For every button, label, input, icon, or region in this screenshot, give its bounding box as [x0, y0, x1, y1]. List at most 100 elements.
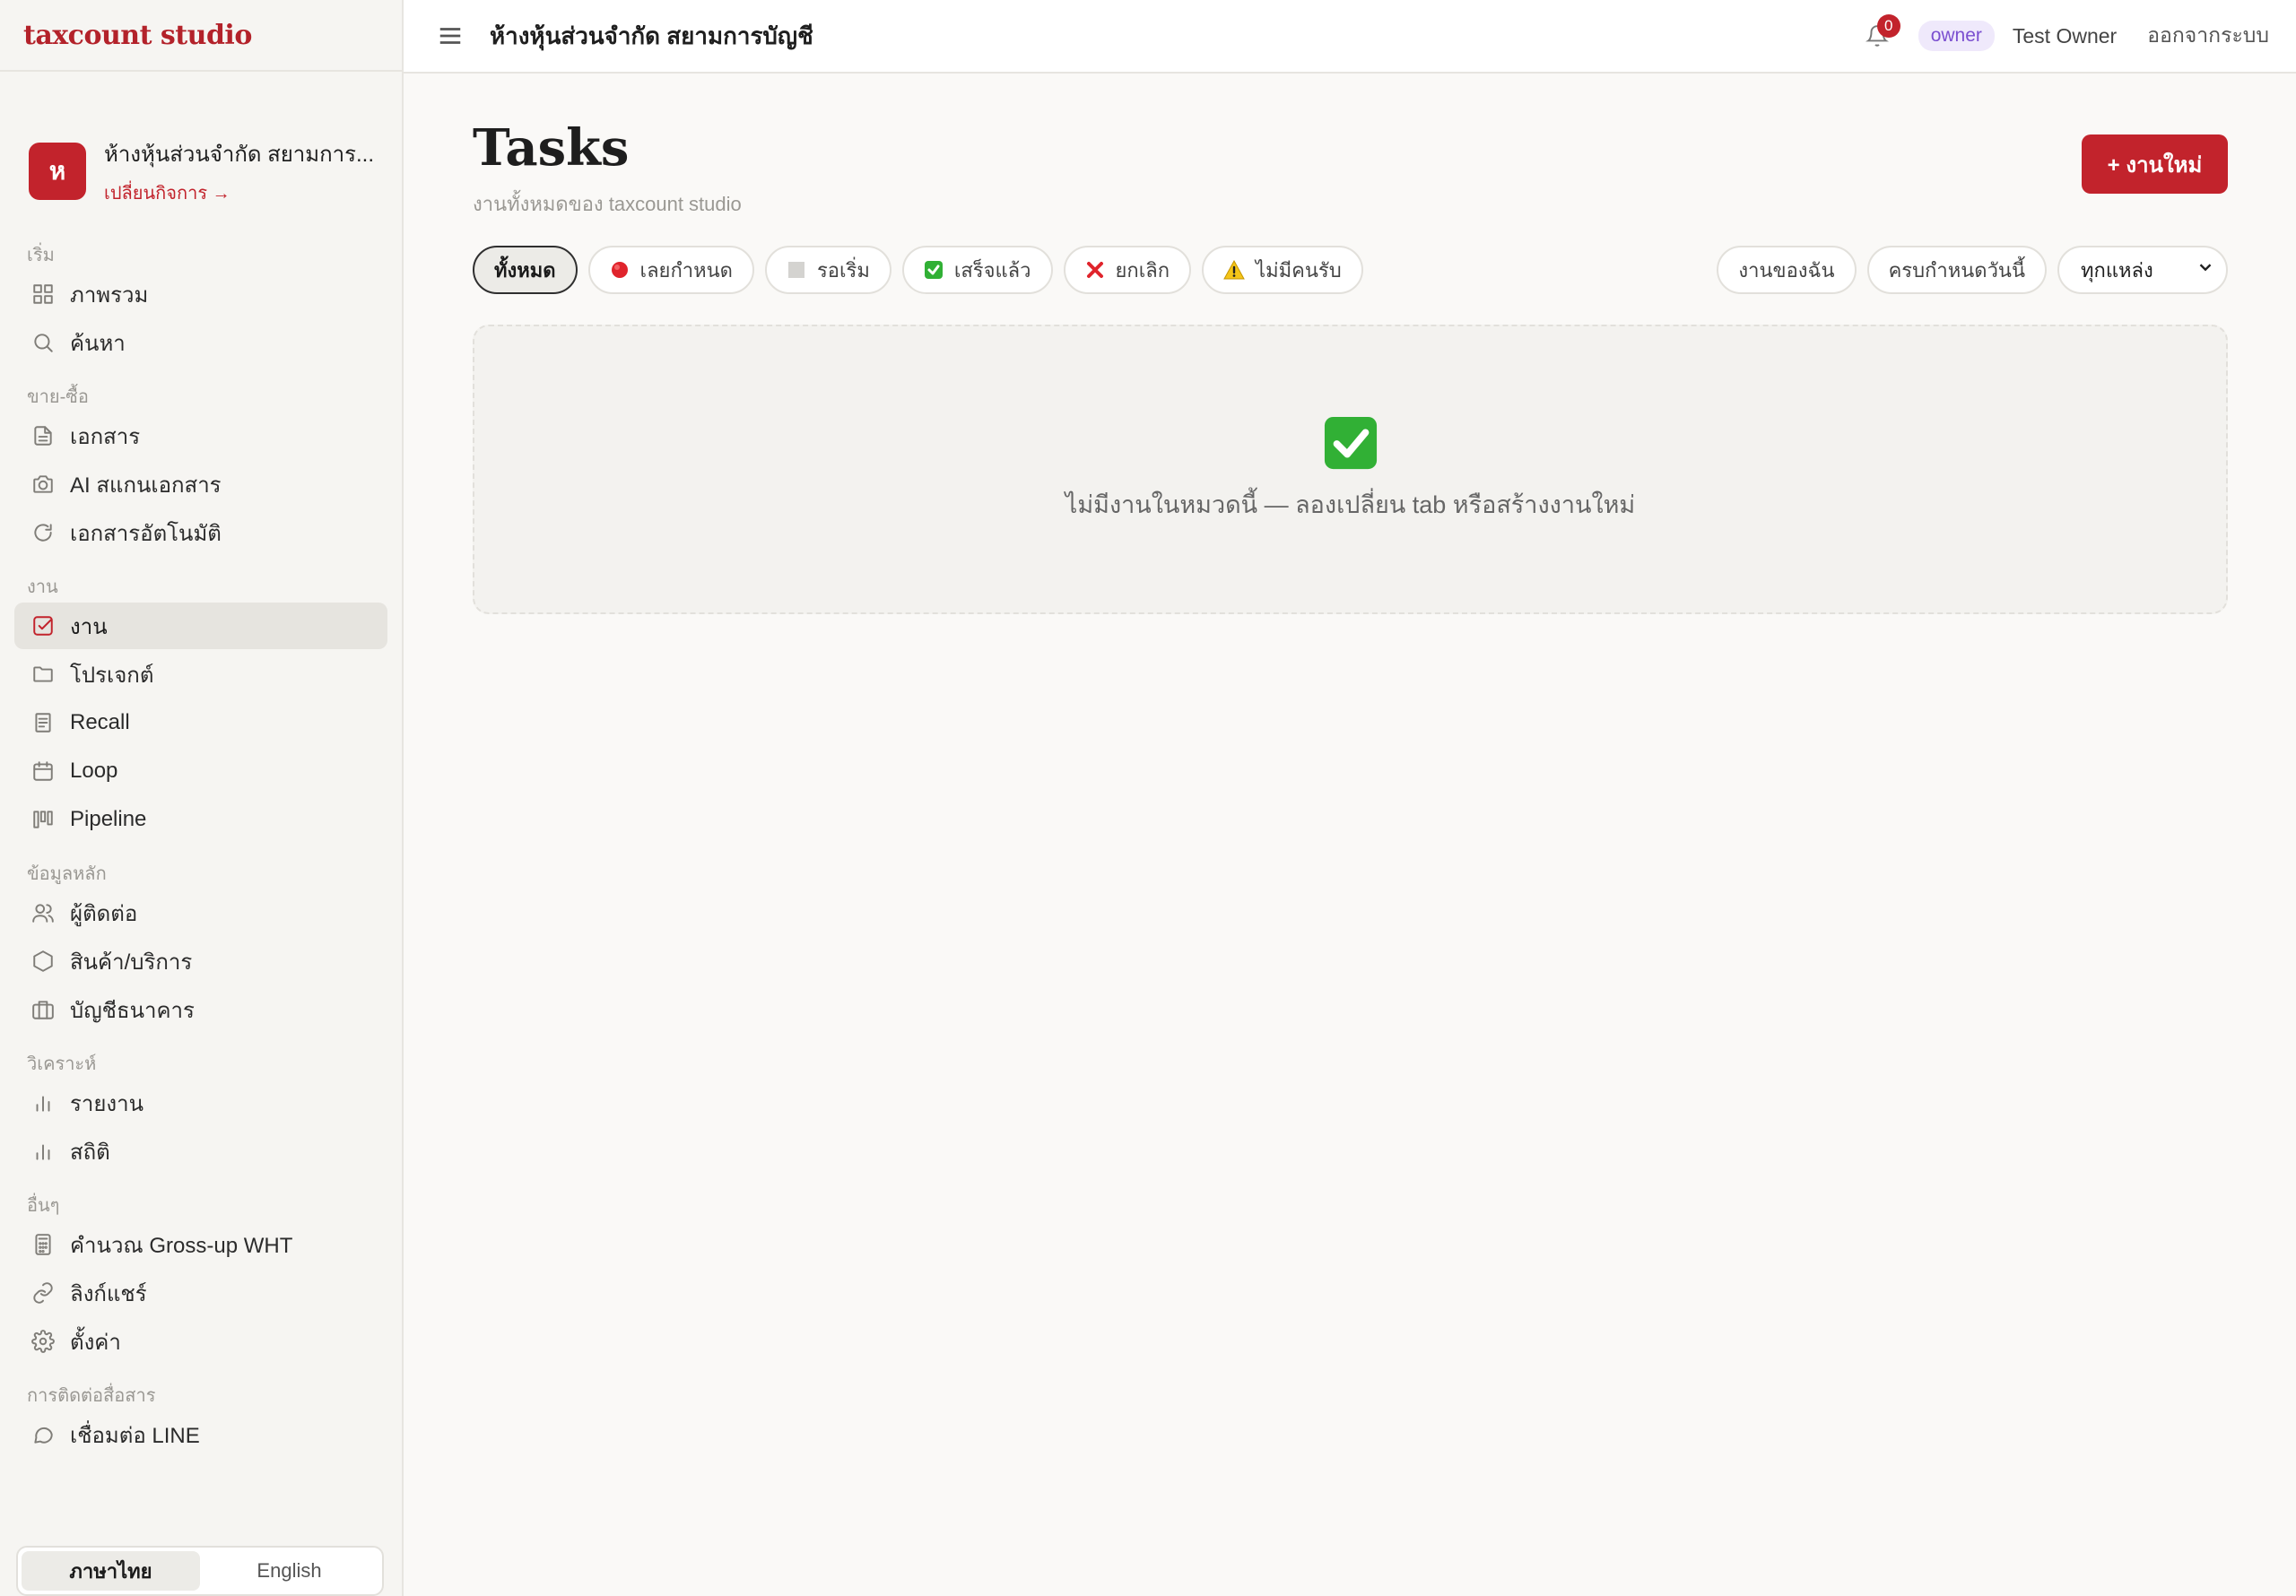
sidebar-item-label: Recall — [70, 710, 130, 734]
sidebar-item[interactable]: รายงาน — [14, 1080, 387, 1126]
sidebar-item-label: คำนวณ Gross-up WHT — [70, 1233, 293, 1258]
camera-icon — [30, 472, 56, 497]
search-icon — [30, 330, 56, 355]
refresh-icon — [30, 520, 56, 545]
new-task-button[interactable]: + งานใหม่ — [2082, 134, 2228, 194]
briefcase-icon — [30, 997, 56, 1022]
empty-state-text: ไม่มีงานในหมวดนี้ — ลองเปลี่ยน tab หรือส… — [1065, 491, 1636, 518]
sidebar-item-label: ตั้งค่า — [70, 1330, 121, 1355]
sidebar-item[interactable]: Loop — [14, 748, 387, 794]
sidebar-item[interactable]: สถิติ — [14, 1128, 387, 1175]
filter-tab-label: เลยกำหนด — [639, 258, 733, 282]
sidebar-item[interactable]: ลิงก์แชร์ — [14, 1270, 387, 1316]
hexagon-icon — [30, 949, 56, 974]
bar-chart-icon — [30, 1139, 56, 1164]
chevron-down-icon — [2196, 257, 2215, 282]
nav-section-label: ขาย-ซื้อ — [27, 387, 89, 407]
company-name: ห้างหุ้นส่วนจำกัด สยามการบัญชี — [490, 22, 813, 49]
nav-section-label: อื่นๆ — [27, 1196, 60, 1216]
sidebar-item[interactable]: บัญชีธนาคาร — [14, 986, 387, 1033]
chat-icon — [30, 1422, 56, 1447]
role-badge: owner — [1918, 21, 1995, 51]
sidebar-item-label: Pipeline — [70, 807, 147, 831]
filter-tab-label: ยกเลิก — [1115, 258, 1170, 282]
filter-tab[interactable]: ทั้งหมด — [473, 246, 578, 294]
red-circle-icon — [610, 260, 630, 280]
sidebar-item-label: รายงาน — [70, 1091, 144, 1116]
sidebar-item[interactable]: ค้นหา — [14, 319, 387, 366]
page-subtitle: งานทั้งหมดของ taxcount studio — [473, 193, 742, 215]
calculator-icon — [30, 1232, 56, 1257]
notification-bell-icon[interactable]: 0 — [1859, 14, 1900, 54]
sidebar-item-label: งาน — [70, 614, 108, 639]
empty-state: ไม่มีงานในหมวดนี้ — ลองเปลี่ยน tab หรือส… — [473, 325, 2228, 614]
sidebar-nav: เริ่ม ภาพรวม ค้นหา ขาย-ซื้อ เอกสาร AI สแกนเอก… — [0, 237, 402, 1458]
filter-tab[interactable]: ยกเลิก — [1063, 246, 1192, 294]
users-icon — [30, 900, 56, 925]
filter-bar: ทั้งหมด เลยกำหนด รอเริ่ม เสร็จแล้ว ยกเลิก ไม่… — [473, 246, 2228, 294]
sidebar-item[interactable]: Pipeline — [14, 796, 387, 843]
check-square-icon — [30, 613, 56, 638]
sidebar-item[interactable]: AI สแกนเอกสาร — [14, 461, 387, 507]
filter-tab-label: รอเริ่ม — [816, 258, 870, 282]
sidebar-item[interactable]: เชื่อมต่อ LINE — [14, 1411, 387, 1458]
sidebar-item-label: AI สแกนเอกสาร — [70, 473, 222, 498]
filter-tab-label: เสร็จแล้ว — [953, 258, 1031, 282]
source-select[interactable]: ทุกแหล่ง — [2057, 246, 2228, 294]
menu-icon[interactable] — [432, 18, 468, 54]
kanban-icon — [30, 807, 56, 832]
filter-tab[interactable]: เสร็จแล้ว — [901, 246, 1053, 294]
workspace-name: ห้างหุ้นส่วนจำกัด สยามการ... — [104, 142, 375, 167]
filter-tab[interactable]: เลยกำหนด — [587, 246, 754, 294]
my-tasks-filter[interactable]: งานของฉัน — [1717, 246, 1857, 294]
brand-text: taxcount studio — [23, 19, 252, 51]
workspace-avatar: ห — [29, 143, 86, 200]
due-today-filter[interactable]: ครบกำหนดวันนี้ — [1866, 246, 2047, 294]
brand-logo[interactable]: taxcount studio — [0, 0, 402, 72]
switch-business-link[interactable]: เปลี่ยนกิจการ → — [104, 178, 230, 207]
gear-icon — [30, 1329, 56, 1354]
sidebar-item-label: ผู้ติดต่อ — [70, 901, 138, 926]
warning-icon — [1223, 260, 1245, 280]
user-name: Test Owner — [2012, 23, 2118, 48]
green-check-icon — [924, 260, 944, 280]
sidebar-item[interactable]: เอกสารอัตโนมัติ — [14, 509, 387, 556]
sidebar-item-label: ลิงก์แชร์ — [70, 1281, 147, 1306]
sidebar-item[interactable]: ตั้งค่า — [14, 1318, 387, 1365]
gray-square-icon — [787, 260, 806, 280]
grid-icon — [30, 282, 56, 307]
sidebar-item[interactable]: Recall — [14, 699, 387, 746]
filter-tab-label: ไม่มีคนรับ — [1256, 258, 1342, 282]
filter-tab[interactable]: ไม่มีคนรับ — [1202, 246, 1363, 294]
sidebar-item[interactable]: สินค้า/บริการ — [14, 938, 387, 984]
sidebar-item-label: Loop — [70, 759, 118, 783]
filter-tab[interactable]: รอเริ่ม — [764, 246, 891, 294]
document-icon — [30, 423, 56, 448]
red-x-icon — [1085, 260, 1105, 280]
receipt-icon — [30, 710, 56, 735]
sidebar-item[interactable]: ภาพรวม — [14, 271, 387, 317]
nav-section-label: การติดต่อสื่อสาร — [27, 1386, 156, 1406]
sidebar: taxcount studio ห ห้างหุ้นส่วนจำกัด สยาม… — [0, 0, 404, 1596]
sidebar-item[interactable]: งาน — [14, 603, 387, 649]
sidebar-item-label: เอกสารอัตโนมัติ — [70, 521, 222, 546]
page-title: Tasks — [473, 118, 630, 178]
lang-english-button[interactable]: English — [200, 1551, 378, 1591]
calendar-icon — [30, 759, 56, 784]
nav-section-label: ข้อมูลหลัก — [27, 864, 107, 884]
folder-icon — [30, 662, 56, 687]
bar-chart-icon — [30, 1090, 56, 1115]
lang-thai-button[interactable]: ภาษาไทย — [22, 1551, 200, 1591]
notification-count-badge: 0 — [1876, 14, 1900, 38]
link-icon — [30, 1280, 56, 1305]
nav-section-label: งาน — [27, 577, 58, 597]
sidebar-item-label: สินค้า/บริการ — [70, 950, 193, 975]
sidebar-item[interactable]: ผู้ติดต่อ — [14, 889, 387, 936]
sidebar-item-label: บัญชีธนาคาร — [70, 998, 195, 1023]
sidebar-item-label: ค้นหา — [70, 331, 126, 356]
sidebar-item[interactable]: คำนวณ Gross-up WHT — [14, 1221, 387, 1268]
sidebar-item[interactable]: เอกสาร — [14, 412, 387, 459]
topbar: ห้างหุ้นส่วนจำกัด สยามการบัญชี 0 owner T… — [404, 0, 2296, 74]
logout-link[interactable]: ออกจากระบบ — [2147, 20, 2269, 52]
sidebar-item[interactable]: โปรเจกต์ — [14, 651, 387, 698]
